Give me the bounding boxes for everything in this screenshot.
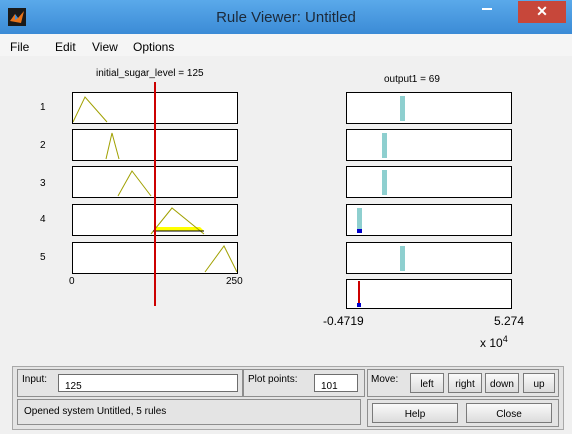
- plot-points-field[interactable]: 101: [314, 374, 358, 392]
- plot-points-group: Plot points: 101: [243, 369, 365, 397]
- move-group: Move: left right down up: [367, 369, 559, 397]
- title-bar: Rule Viewer: Untitled ✕: [0, 0, 572, 34]
- output-plot-rule-2: [346, 129, 512, 161]
- output-bar-5: [400, 246, 405, 271]
- status-text: Opened system Untitled, 5 rules: [24, 406, 167, 417]
- output-variable-header: output1 = 69: [384, 74, 440, 85]
- menu-file[interactable]: File: [10, 40, 29, 54]
- move-label: Move:: [371, 374, 399, 385]
- output-axis-min: -0.4719: [323, 314, 364, 328]
- output-axis-exponent: 4: [502, 334, 508, 344]
- input-axis-min: 0: [69, 276, 75, 287]
- close-window-button[interactable]: ✕: [518, 1, 566, 23]
- move-up-button[interactable]: up: [523, 373, 555, 393]
- rule-number-5: 5: [40, 252, 46, 263]
- rule-number-1: 1: [40, 102, 46, 113]
- minimize-button[interactable]: [470, 2, 504, 24]
- move-down-button[interactable]: down: [485, 373, 519, 393]
- output-bar-4: [357, 208, 362, 229]
- input-label: Input:: [22, 374, 48, 385]
- plot-points-label: Plot points:: [248, 374, 298, 385]
- menu-view[interactable]: View: [92, 40, 118, 54]
- rule-number-2: 2: [40, 140, 46, 151]
- rule-number-3: 3: [40, 178, 46, 189]
- input-variable-header: initial_sugar_level = 125: [96, 68, 204, 79]
- output-plot-rule-3: [346, 166, 512, 198]
- move-right-button[interactable]: right: [448, 373, 482, 393]
- close-button[interactable]: Close: [466, 403, 552, 423]
- rule-number-4: 4: [40, 214, 46, 225]
- output-plot-rule-5: [346, 242, 512, 274]
- menu-bar: File Edit View Options: [0, 34, 572, 56]
- input-field[interactable]: 125: [58, 374, 238, 392]
- output-axis-max: 5.274: [494, 314, 525, 328]
- input-field-group: Input: 125: [17, 369, 243, 397]
- input-value-cursor[interactable]: [154, 82, 156, 306]
- aggregate-output-line: [358, 281, 360, 305]
- status-box: Opened system Untitled, 5 rules: [17, 399, 361, 425]
- output-plot-rule-4: [346, 204, 512, 236]
- output-bar-1: [400, 96, 405, 121]
- close-icon: ✕: [536, 3, 548, 19]
- input-axis-max: 250: [226, 276, 243, 287]
- output-plot-rule-1: [346, 92, 512, 124]
- output-axis-multiplier-text: x 10: [480, 336, 503, 350]
- rule-viewer-canvas: initial_sugar_level = 125 output1 = 69 1…: [10, 58, 562, 368]
- output-bar-2: [382, 133, 387, 158]
- menu-edit[interactable]: Edit: [55, 40, 76, 54]
- aggregate-output-plot: [346, 279, 512, 309]
- menu-options[interactable]: Options: [133, 40, 174, 54]
- output-bar-4-marker: [357, 229, 362, 233]
- control-panel: Input: 125 Plot points: 101 Move: left r…: [12, 366, 564, 430]
- help-button[interactable]: Help: [372, 403, 458, 423]
- minimize-icon: [482, 8, 492, 10]
- move-left-button[interactable]: left: [410, 373, 444, 393]
- output-axis-multiplier: x 104: [480, 334, 508, 350]
- output-bar-3: [382, 170, 387, 195]
- aggregate-output-marker: [357, 303, 361, 307]
- action-group: Help Close: [367, 399, 559, 427]
